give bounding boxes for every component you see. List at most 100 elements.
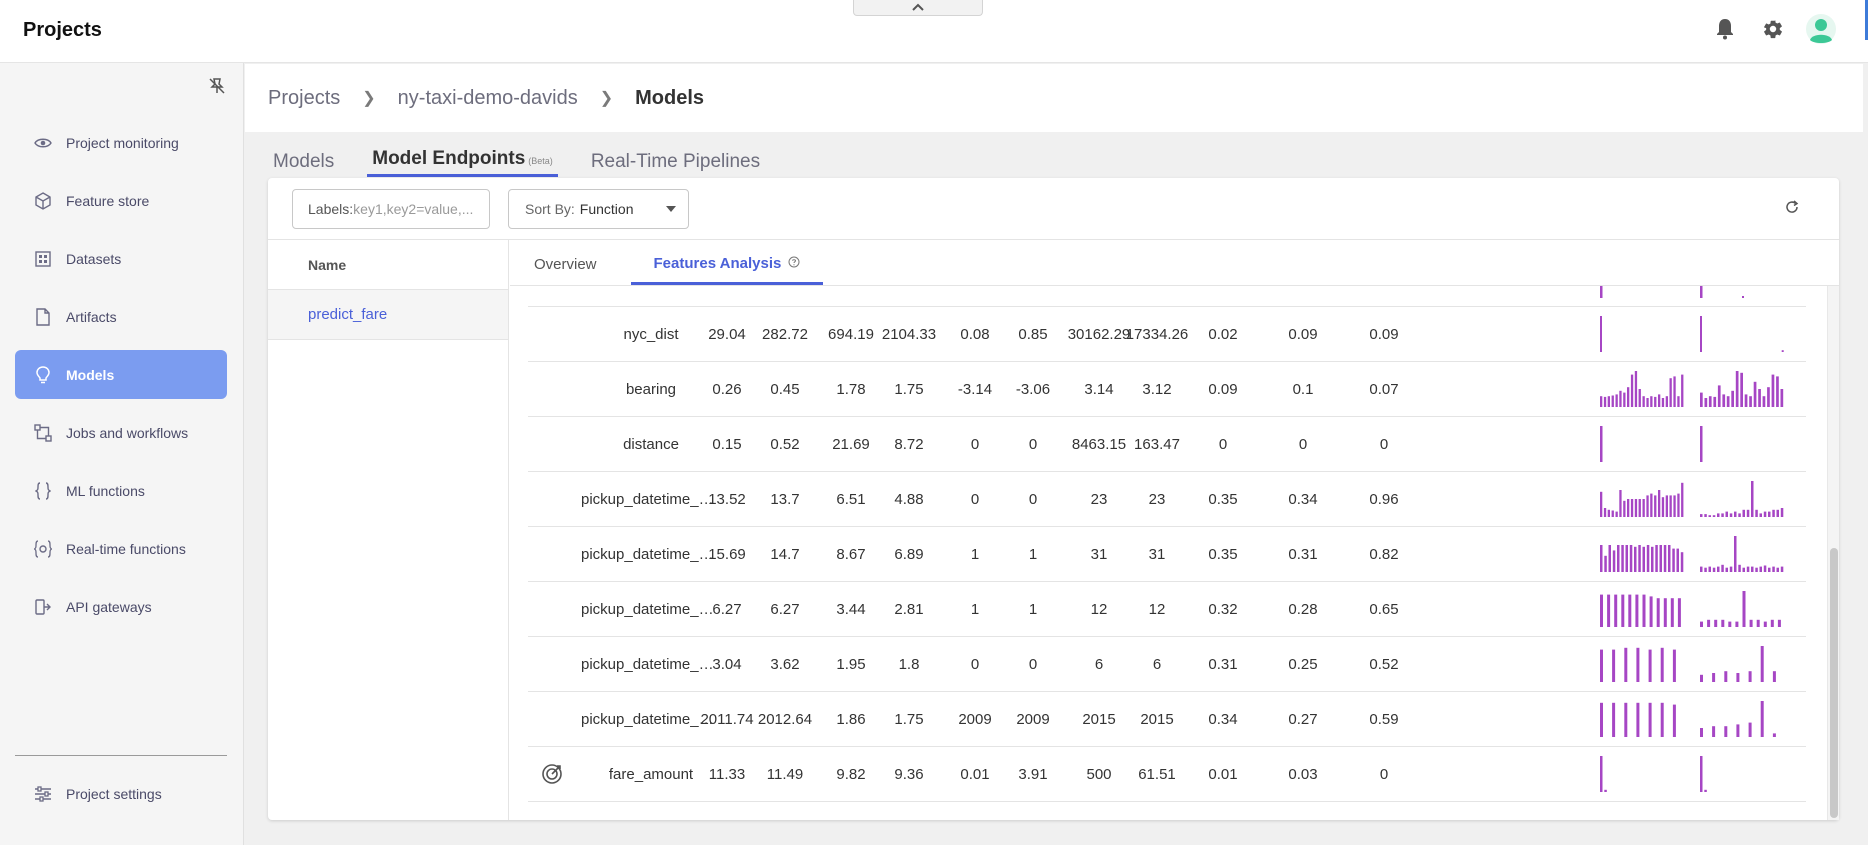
histogram-bar	[1627, 387, 1630, 407]
histogram-bar	[1700, 426, 1703, 462]
histogram-bar	[1760, 646, 1764, 682]
feature-name-text: fare_amount	[608, 765, 694, 783]
sidebar-item-models[interactable]: Models	[15, 350, 227, 399]
sidebar-item-jobs-and-workflows[interactable]: Jobs and workflows	[15, 408, 227, 457]
scrollbar-thumb[interactable]	[1830, 548, 1838, 818]
sidebar-item-real-time-functions[interactable]: Real-time functions	[15, 524, 227, 573]
tab-overview[interactable]: Overview	[524, 256, 607, 285]
gear-icon	[1764, 20, 1782, 39]
file-icon	[33, 307, 53, 327]
histogram-bar	[1623, 500, 1626, 517]
histogram-bar	[1612, 550, 1616, 572]
gateway-icon	[33, 597, 53, 617]
histogram-bar	[1760, 701, 1764, 737]
sidebar-item-feature-store[interactable]: Feature store	[15, 176, 227, 225]
histogram-bar	[1628, 594, 1632, 627]
histogram-bar	[1721, 513, 1724, 517]
histogram-bar	[1700, 514, 1703, 517]
histogram-bar	[1751, 481, 1754, 517]
breadcrumb-current: Models	[635, 86, 705, 109]
notifications-button[interactable]	[1710, 14, 1740, 44]
histogram-bar	[1612, 702, 1616, 737]
histogram-bar	[1712, 673, 1716, 682]
histogram-bar	[1713, 396, 1717, 407]
histogram-bar	[1600, 649, 1603, 682]
histogram-bar	[1650, 493, 1653, 517]
tab-models[interactable]: Models	[268, 151, 339, 177]
histogram-bar	[1700, 316, 1702, 352]
tab-real-time-pipelines[interactable]: Real-Time Pipelines	[586, 151, 765, 177]
breadcrumb-projects-link[interactable]: Projects	[268, 87, 340, 110]
histogram-bar	[1724, 671, 1728, 682]
histogram-bar	[1770, 619, 1774, 627]
histogram-bar	[1738, 513, 1741, 517]
sidebar-item-artifacts[interactable]: Artifacts	[15, 292, 227, 341]
breadcrumb: Projects ❯ ny-taxi-demo-davids ❯ Models	[245, 64, 1863, 132]
actual-histogram	[1698, 637, 1793, 691]
sidebar-item-project-settings[interactable]: Project settings	[15, 769, 227, 818]
histogram-bar	[1742, 296, 1744, 298]
histogram-bar	[1670, 598, 1674, 627]
stat-cell: 0.32	[1208, 600, 1238, 618]
tab-features-analysis[interactable]: Features Analysis	[630, 255, 824, 285]
breadcrumb-project-link[interactable]: ny-taxi-demo-davids	[398, 87, 578, 110]
stat-cell: 0.03	[1288, 765, 1318, 783]
histogram-bar	[1673, 376, 1676, 407]
actual-histogram	[1698, 307, 1793, 361]
table-row: pickup_datetime_month6.276.273.442.81111…	[528, 582, 1806, 637]
sidebar-item-api-gateways[interactable]: API gateways	[15, 582, 227, 631]
histogram-bar	[1634, 499, 1638, 517]
histogram-bar	[1638, 499, 1641, 517]
histogram-bar	[1700, 728, 1703, 737]
sidebar-item-project-monitoring[interactable]: Project monitoring	[15, 118, 227, 167]
histogram-bar	[1676, 548, 1679, 572]
table-row-partial	[528, 286, 1806, 307]
unpin-sidebar-button[interactable]	[208, 77, 226, 100]
histogram-bar	[1672, 704, 1676, 737]
histogram-bar	[1630, 374, 1634, 407]
settings-button[interactable]	[1758, 14, 1788, 44]
eye-icon	[33, 133, 53, 153]
detail-tabs: Overview Features Analysis	[510, 240, 1839, 286]
histogram-bar	[1735, 371, 1739, 407]
label-column-indicator	[528, 472, 576, 526]
histogram-bar	[1642, 546, 1645, 572]
beta-badge: (Beta)	[528, 156, 553, 166]
help-icon[interactable]	[788, 255, 800, 272]
stat-cell: 0.65	[1369, 600, 1399, 618]
sort-by-select[interactable]: Sort By: Function	[508, 189, 689, 229]
collapse-header-button[interactable]	[853, 0, 983, 16]
user-avatar[interactable]	[1806, 14, 1836, 44]
histogram-bar	[1681, 482, 1684, 517]
sidebar-item-label: Real-time functions	[66, 540, 186, 557]
histogram-bar	[1700, 286, 1703, 298]
sliders-icon	[33, 784, 53, 804]
chevron-up-icon	[912, 3, 924, 11]
endpoint-row-predict-fare[interactable]: predict_fare	[268, 290, 508, 340]
label-column-indicator	[528, 307, 576, 361]
histogram-bar	[1661, 497, 1665, 517]
histogram-bar	[1625, 545, 1628, 572]
vertical-scrollbar[interactable]	[1827, 286, 1839, 820]
histogram-bar	[1603, 508, 1607, 517]
labels-filter-prefix: Labels:	[308, 201, 354, 217]
expected-histogram	[1598, 472, 1693, 526]
histogram-bar	[1636, 647, 1640, 682]
sidebar-item-datasets[interactable]: Datasets	[15, 234, 227, 283]
sidebar-item-ml-functions[interactable]: ML functions	[15, 466, 227, 515]
histogram-bar	[1604, 555, 1607, 572]
histogram-bar	[1700, 756, 1703, 792]
content-panel: Labels: key1,key2=value,... Sort By: Fun…	[268, 178, 1839, 820]
label-column-indicator	[528, 362, 576, 416]
histogram-bar	[1708, 396, 1712, 407]
refresh-button[interactable]	[1785, 200, 1799, 219]
histogram-bar	[1611, 395, 1614, 407]
stat-cell: 0	[1218, 435, 1228, 453]
histogram-bar	[1776, 509, 1779, 517]
label-column-indicator	[528, 527, 576, 581]
sidebar-item-label: Feature store	[66, 192, 150, 209]
labels-filter-input[interactable]: Labels: key1,key2=value,...	[292, 189, 490, 229]
histogram-bar	[1731, 390, 1734, 407]
histogram-bar	[1600, 702, 1603, 737]
tab-model-endpoints[interactable]: Model Endpoints (Beta)	[367, 148, 558, 177]
